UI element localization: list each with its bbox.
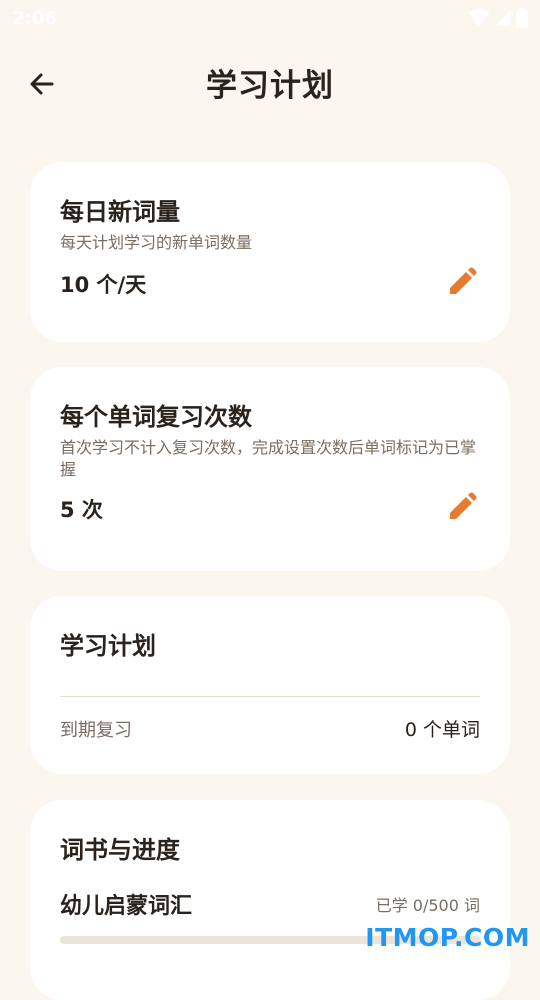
app-header: 学习计划 <box>0 52 540 118</box>
daily-new-words-description: 每天计划学习的新单词数量 <box>60 233 253 252</box>
daily-new-words-card: 每日新词量 每天计划学习的新单词数量 10 个/天 <box>30 162 510 342</box>
battery-icon <box>516 8 528 28</box>
status-bar: 2:06 <box>0 0 540 36</box>
watermark: ITMOP.COM <box>365 923 530 952</box>
daily-new-words-row: 10 个/天 <box>60 266 480 302</box>
book-name: 幼儿启蒙词汇 <box>60 894 193 919</box>
edit-review-count-button[interactable] <box>444 491 480 527</box>
status-time: 2:06 <box>12 7 57 29</box>
daily-new-words-value: 10 个/天 <box>60 273 147 297</box>
pencil-icon <box>447 492 477 526</box>
daily-new-words-title: 每日新词量 <box>60 198 180 226</box>
status-icons <box>468 8 528 28</box>
signal-icon <box>494 9 512 27</box>
edit-daily-new-words-button[interactable] <box>444 266 480 302</box>
page-title: 学习计划 <box>206 68 334 104</box>
study-plan-card: 学习计划 到期复习 0 个单词 <box>30 596 510 774</box>
due-review-label: 到期复习 <box>60 719 132 741</box>
books-progress-card: 词书与进度 幼儿启蒙词汇 已学 0/500 词 <box>30 800 510 1000</box>
books-progress-title: 词书与进度 <box>60 836 180 864</box>
study-plan-title: 学习计划 <box>60 632 156 660</box>
pencil-icon <box>447 267 477 301</box>
review-count-card: 每个单词复习次数 首次学习不计入复习次数，完成设置次数后单词标记为已掌握 5 次 <box>30 367 510 571</box>
study-plan-divider <box>60 696 480 697</box>
review-count-row: 5 次 <box>60 491 480 527</box>
review-count-description: 首次学习不计入复习次数，完成设置次数后单词标记为已掌握 <box>60 438 477 479</box>
review-count-value: 5 次 <box>60 498 103 522</box>
due-review-value: 0 个单词 <box>404 719 480 741</box>
wifi-icon <box>468 9 490 27</box>
review-count-title: 每个单词复习次数 <box>60 403 252 431</box>
book-item[interactable]: 幼儿启蒙词汇 已学 0/500 词 <box>60 888 480 920</box>
due-review-row[interactable]: 到期复习 0 个单词 <box>60 715 480 742</box>
book-progress-text: 已学 0/500 词 <box>375 896 480 915</box>
